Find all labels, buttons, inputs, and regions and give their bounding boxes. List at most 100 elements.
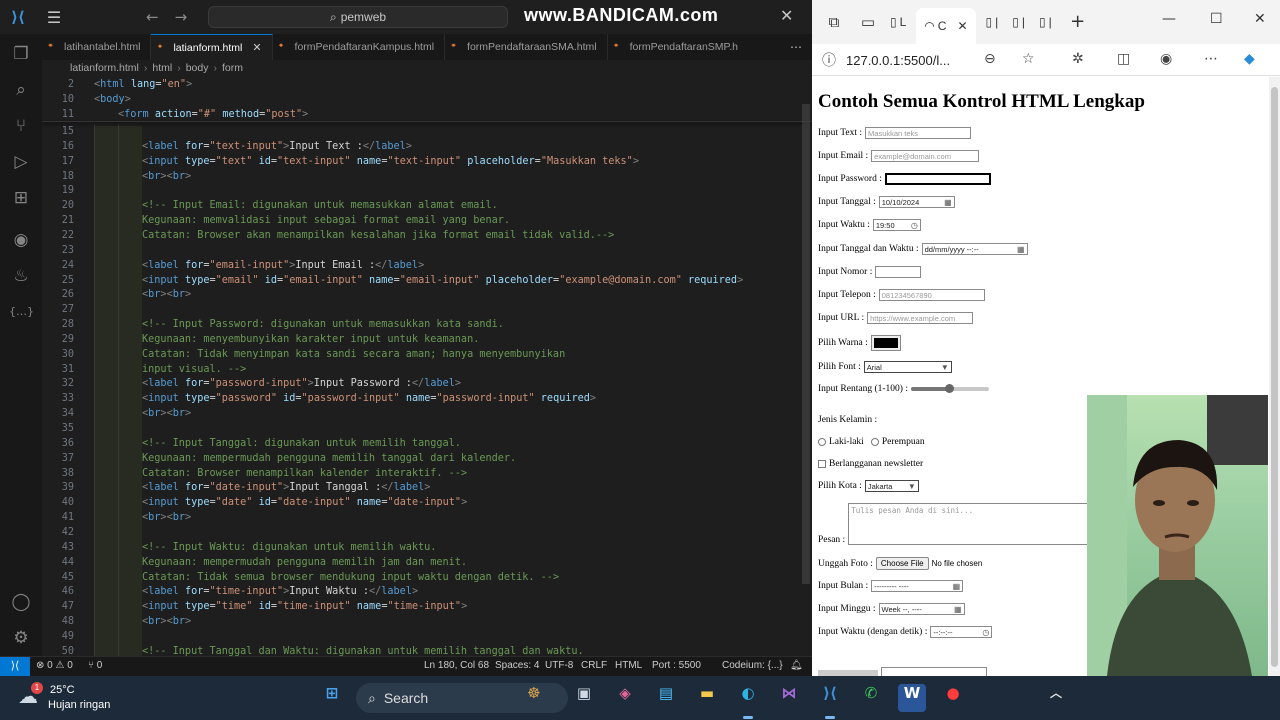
breadcrumb-body[interactable]: body xyxy=(186,62,209,74)
code-line[interactable]: 24 <label for="email-input">Input Email :… xyxy=(42,258,802,273)
code-line[interactable]: 21 Kegunaan: memvalidasi input sebagai fo… xyxy=(42,213,802,228)
code-line[interactable]: 43 <!-- Input Waktu: digunakan untuk memi… xyxy=(42,540,802,555)
sticky-line[interactable]: 2 <html lang="en"> xyxy=(42,77,802,92)
code-line[interactable]: 36 <!-- Input Tanggal: digunakan untuk me… xyxy=(42,436,802,451)
weather-widget[interactable]: ☁ 1 25°C Hujan ringan xyxy=(18,682,138,714)
radio-female[interactable] xyxy=(870,438,879,446)
code-line[interactable]: 48 <br><br> xyxy=(42,614,802,629)
status-eol[interactable]: CRLF xyxy=(581,660,607,671)
email-input[interactable]: example@domain.com xyxy=(871,150,980,162)
radio-male[interactable] xyxy=(818,438,826,446)
status-language[interactable]: HTML xyxy=(615,660,642,671)
close-window-icon[interactable]: ✕ xyxy=(1254,11,1266,27)
explorer-icon[interactable]: ❐ xyxy=(9,42,33,66)
code-line[interactable]: 37 Kegunaan: mempermudah pengguna memilih… xyxy=(42,451,802,466)
datetime-input[interactable]: dd/mm/yyyy --:-- ▦ xyxy=(921,243,1028,255)
hamburger-menu-icon[interactable]: ☰ xyxy=(36,8,72,27)
editor-scrollbar[interactable] xyxy=(802,104,810,584)
clock-icon[interactable]: ◷ xyxy=(982,628,989,637)
tray-chevron-up-icon[interactable]: ︿ xyxy=(1042,684,1070,712)
cutoff-input[interactable] xyxy=(881,667,987,676)
date-input[interactable]: 10/10/2024 ▦ xyxy=(878,196,955,208)
settings-more-icon[interactable]: ⋯ xyxy=(1204,51,1218,67)
status-port[interactable]: Port : 5500 xyxy=(652,660,701,671)
calendar-icon[interactable]: ▦ xyxy=(1017,245,1025,254)
new-tab-icon[interactable]: + xyxy=(1066,10,1090,34)
code-line[interactable]: 39 <label for="date-input">Input Tanggal … xyxy=(42,480,802,495)
clock-icon[interactable]: ◷ xyxy=(911,221,918,230)
notifications-bell-icon[interactable]: 🔔︎ xyxy=(790,660,803,671)
more-actions-icon[interactable]: ⋯ xyxy=(790,40,802,54)
tab-formpendaftaransmp[interactable]: formPendaftaranSMP.h xyxy=(608,34,748,60)
tab-formpendaftarankampus[interactable]: formPendaftaranKampus.html xyxy=(273,34,446,60)
status-ports[interactable]: ⑂ 0 xyxy=(88,660,102,671)
status-position[interactable]: Ln 180, Col 68 xyxy=(424,660,489,671)
url-input[interactable]: https://www.example.com xyxy=(867,312,974,324)
minimize-icon[interactable]: — xyxy=(1162,11,1176,27)
code-line[interactable]: 26 <br><br> xyxy=(42,287,802,302)
status-spaces[interactable]: Spaces: 4 xyxy=(495,660,539,671)
sticky-line[interactable]: 11 <form action="#" method="post"> xyxy=(42,107,802,122)
tab-formpendaftaraansma[interactable]: formPendaftaraanSMA.html xyxy=(445,34,608,60)
text-input[interactable]: Masukkan teks xyxy=(865,127,972,139)
code-line[interactable]: 50 <!-- Input Tanggal dan Waktu: digunaka… xyxy=(42,644,802,656)
code-line[interactable]: 25 <input type="email" id="email-input" n… xyxy=(42,273,802,288)
code-line[interactable]: 23 xyxy=(42,243,802,258)
workspaces-icon[interactable]: ⧉ xyxy=(822,10,846,34)
forward-arrow-icon[interactable]: → xyxy=(175,8,204,26)
whatsapp-icon[interactable]: ✆ xyxy=(857,684,885,712)
code-line[interactable]: 40 <input type="date" id="date-input" nam… xyxy=(42,495,802,510)
calendar-icon[interactable]: ▦ xyxy=(944,198,952,207)
range-slider[interactable] xyxy=(910,384,989,393)
code-line[interactable]: 29 Kegunaan: menyembunyikan karakter inpu… xyxy=(42,332,802,347)
close-tab-icon[interactable]: ✕ xyxy=(252,41,261,54)
code-line[interactable]: 16 <label for="text-input">Input Text :</… xyxy=(42,139,802,154)
code-line[interactable]: 44 Kegunaan: mempermudah pengguna memilih… xyxy=(42,555,802,570)
time-seconds-input[interactable]: --:--:-- ◷ xyxy=(930,626,993,638)
code-line[interactable]: 34 <br><br> xyxy=(42,406,802,421)
word-app-icon[interactable]: W xyxy=(898,684,926,712)
url-field[interactable]: ⓘ 127.0.0.1:5500/l... xyxy=(822,48,1052,72)
status-problems[interactable]: ⊗ 0 ⚠ 0 xyxy=(36,660,73,671)
message-textarea[interactable]: Tulis pesan Anda di sini... xyxy=(848,503,1089,545)
tel-input[interactable]: 081234567890 xyxy=(878,289,985,301)
source-control-icon[interactable]: ⑂ xyxy=(9,114,33,138)
command-center-search[interactable]: ⌕ pemweb xyxy=(208,6,508,28)
code-line[interactable]: 46 <label for="time-input">Input Waktu :<… xyxy=(42,584,802,599)
account-icon[interactable]: ◯ xyxy=(9,590,33,614)
github-icon[interactable]: ◉ xyxy=(9,228,33,252)
store-app-icon[interactable]: ▤ xyxy=(652,684,680,712)
code-line[interactable]: 30 Catatan: Tidak menyimpan kata sandi se… xyxy=(42,347,802,362)
tab-latianform[interactable]: latianform.html ✕ xyxy=(151,34,273,60)
browser-tab-1[interactable]: ▯ L xyxy=(886,7,910,37)
remote-indicator-icon[interactable]: ⟩⟨ xyxy=(0,657,30,676)
status-encoding[interactable]: UTF-8 xyxy=(545,660,573,671)
code-line[interactable]: 32 <label for="password-input">Input Pass… xyxy=(42,376,802,391)
code-line[interactable]: 27 xyxy=(42,302,802,317)
scrollbar-thumb[interactable] xyxy=(1271,87,1278,667)
newsletter-checkbox[interactable] xyxy=(818,460,826,468)
sticky-line[interactable]: 10 <body> xyxy=(42,92,802,107)
copilot-app-icon[interactable]: ◈ xyxy=(611,684,639,712)
copilot-icon[interactable]: ◆ xyxy=(1244,51,1255,67)
edge-browser-icon[interactable]: ◐ xyxy=(734,684,762,712)
code-line[interactable]: 33 <input type="password" id="password-in… xyxy=(42,391,802,406)
browser-tab-active[interactable]: ◠ C ✕ xyxy=(916,8,976,44)
vscode-app-icon[interactable]: ⟩⟨ xyxy=(816,684,844,712)
week-input[interactable]: Week --, ---- ▦ xyxy=(878,603,965,615)
code-line[interactable]: 38 Catatan: Browser menampilkan kalender … xyxy=(42,466,802,481)
city-select[interactable]: Jakarta ▼ xyxy=(864,480,919,492)
browser-tab-4[interactable]: ▯ | xyxy=(1008,7,1029,37)
code-line[interactable]: 17 <input type="text" id="text-input" nam… xyxy=(42,154,802,169)
fire-icon[interactable]: ♨ xyxy=(9,264,33,288)
number-input[interactable] xyxy=(875,266,922,278)
nav-arrows[interactable]: ←→ xyxy=(146,8,203,26)
code-line[interactable]: 41 <br><br> xyxy=(42,510,802,525)
search-highlight-icon[interactable]: ☸ xyxy=(520,684,548,712)
choose-file-button[interactable]: Choose File xyxy=(875,557,929,570)
profile-icon[interactable]: ◉ xyxy=(1160,51,1172,67)
breadcrumb-html[interactable]: html xyxy=(152,62,172,74)
run-debug-icon[interactable]: ▷ xyxy=(9,150,33,174)
visual-studio-icon[interactable]: ⋈ xyxy=(775,684,803,712)
browser-tab-3[interactable]: ▯ | xyxy=(982,7,1003,37)
